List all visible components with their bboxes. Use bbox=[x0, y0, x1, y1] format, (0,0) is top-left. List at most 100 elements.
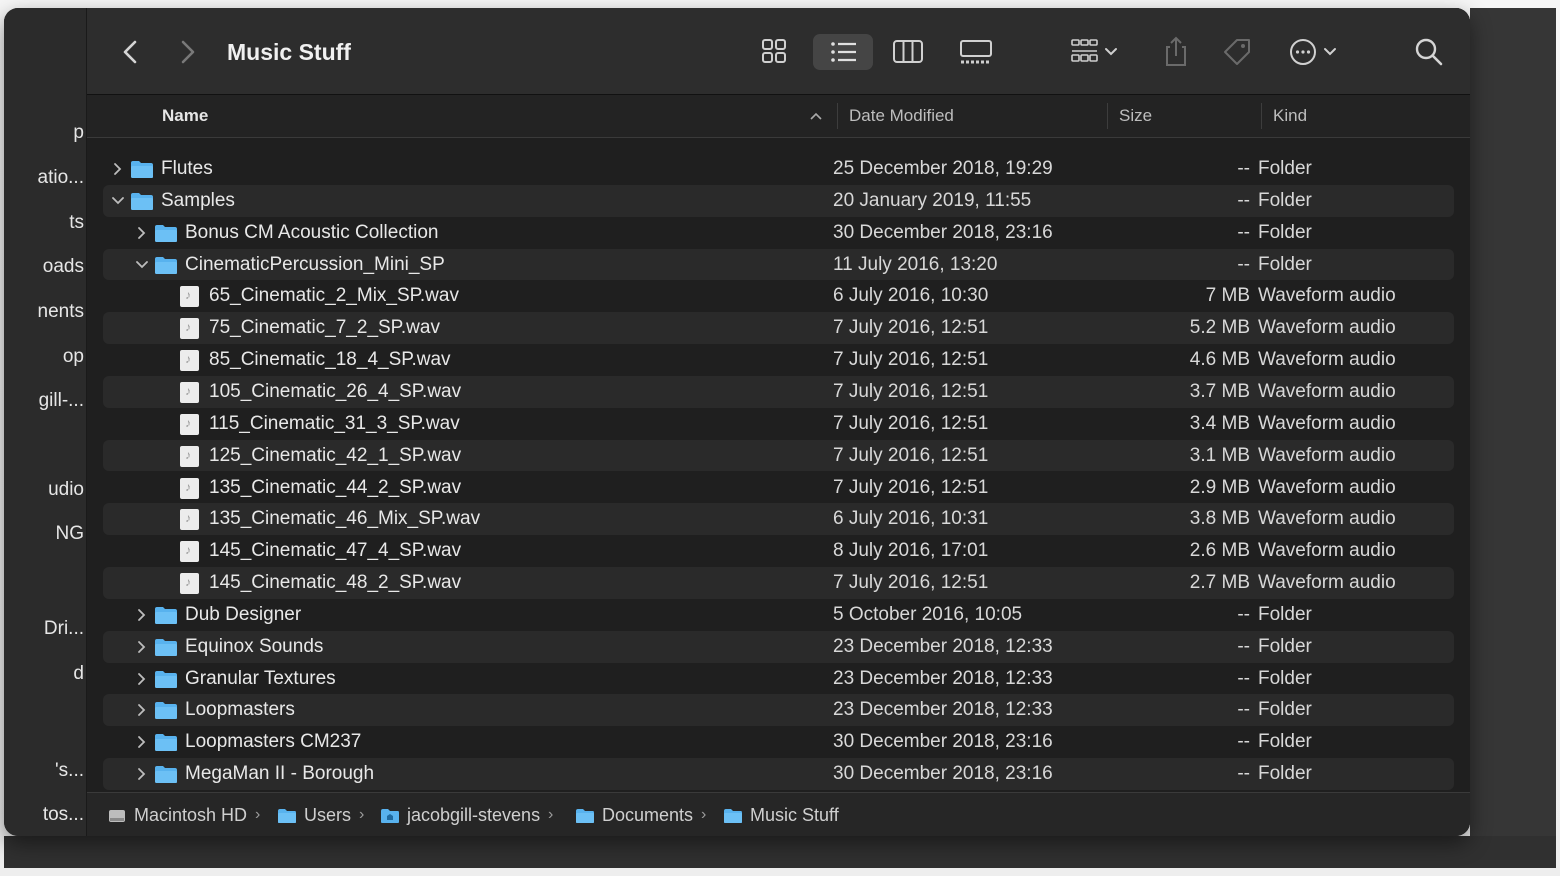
breadcrumb-item[interactable]: Music Stuff bbox=[723, 793, 839, 836]
sidebar-item[interactable]: 's... bbox=[4, 756, 84, 786]
date-modified: 6 July 2016, 10:30 bbox=[833, 285, 989, 307]
file-size: 2.7 MB bbox=[1189, 572, 1250, 594]
search-icon[interactable] bbox=[1411, 34, 1447, 70]
disclosure-collapsed-icon[interactable] bbox=[136, 767, 148, 781]
sidebar-item[interactable]: Dri... bbox=[4, 614, 84, 644]
file-row[interactable]: 145_Cinematic_47_4_SP.wav 8 July 2016, 17… bbox=[103, 535, 1454, 567]
background-window-bottom bbox=[4, 836, 1556, 868]
column-divider[interactable] bbox=[1107, 103, 1108, 129]
icon-view-button[interactable] bbox=[751, 34, 797, 70]
file-row[interactable]: 145_Cinematic_48_2_SP.wav 7 July 2016, 12… bbox=[103, 567, 1454, 599]
file-row[interactable]: 135_Cinematic_44_2_SP.wav 7 July 2016, 12… bbox=[103, 472, 1454, 504]
file-size: -- bbox=[1237, 253, 1250, 275]
file-size: -- bbox=[1237, 221, 1250, 243]
disclosure-collapsed-icon[interactable] bbox=[136, 226, 148, 240]
sidebar-item[interactable]: NG bbox=[4, 519, 85, 549]
file-name: MegaMan II - Borough bbox=[185, 763, 375, 785]
breadcrumb-item[interactable]: Macintosh HD bbox=[107, 793, 247, 836]
folder-icon bbox=[576, 809, 594, 824]
file-row[interactable]: Flutes 25 December 2018, 19:29 -- Folder bbox=[103, 153, 1454, 185]
sidebar-item[interactable]: p bbox=[4, 118, 84, 148]
file-name: Loopmasters CM237 bbox=[185, 731, 362, 753]
sidebar-item[interactable]: tos... bbox=[4, 800, 84, 830]
list-view-button[interactable] bbox=[813, 34, 873, 70]
disclosure-collapsed-icon[interactable] bbox=[136, 672, 148, 686]
file-row[interactable]: Bonus CM Acoustic Collection 30 December … bbox=[103, 217, 1454, 249]
file-kind: Folder bbox=[1258, 699, 1312, 721]
gallery-view-button[interactable] bbox=[951, 34, 1001, 70]
file-size: 7 MB bbox=[1205, 285, 1250, 307]
folder-icon bbox=[155, 606, 177, 624]
file-row[interactable]: 135_Cinematic_46_Mix_SP.wav 6 July 2016, … bbox=[103, 503, 1454, 536]
group-by-button[interactable] bbox=[1065, 34, 1129, 70]
path-bar: Macintosh HD › Users › jacobgill-stevens › Doc… bbox=[87, 792, 1470, 836]
file-row[interactable]: 65_Cinematic_2_Mix_SP.wav 6 July 2016, 10… bbox=[103, 280, 1454, 312]
file-row[interactable]: 115_Cinematic_31_3_SP.wav 7 July 2016, 12… bbox=[103, 408, 1454, 440]
sidebar-item[interactable]: gill-... bbox=[4, 386, 84, 416]
file-row[interactable]: Equinox Sounds 23 December 2018, 12:33 -- F… bbox=[103, 630, 1454, 663]
date-modified: 30 December 2018, 23:16 bbox=[833, 731, 1053, 753]
file-name: 85_Cinematic_18_4_SP.wav bbox=[209, 349, 451, 371]
disclosure-collapsed-icon[interactable] bbox=[136, 608, 148, 622]
file-row[interactable]: 85_Cinematic_18_4_SP.wav 7 July 2016, 12:… bbox=[103, 344, 1454, 376]
date-modified: 30 December 2018, 23:16 bbox=[833, 221, 1053, 243]
breadcrumb-label: Documents bbox=[602, 805, 694, 825]
column-view-button[interactable] bbox=[885, 34, 931, 70]
disclosure-collapsed-icon[interactable] bbox=[136, 703, 148, 717]
file-kind: Folder bbox=[1258, 189, 1312, 211]
file-row[interactable]: MegaMan II - Borough 30 December 2018, 23… bbox=[103, 758, 1454, 790]
breadcrumb-item[interactable]: jacobgill-stevens bbox=[380, 793, 540, 836]
share-icon[interactable] bbox=[1159, 34, 1193, 70]
file-row[interactable]: Granular Textures 23 December 2018, 12:33… bbox=[103, 663, 1454, 695]
disclosure-expanded-icon[interactable] bbox=[112, 194, 124, 208]
sidebar-item[interactable]: atio... bbox=[4, 163, 84, 193]
file-size: -- bbox=[1237, 699, 1250, 721]
file-kind: Folder bbox=[1258, 603, 1312, 625]
date-modified: 23 December 2018, 12:33 bbox=[833, 699, 1053, 721]
file-row[interactable]: Dub Designer 5 October 2016, 10:05 -- Folde… bbox=[103, 599, 1454, 631]
file-row[interactable]: 125_Cinematic_42_1_SP.wav 7 July 2016, 12… bbox=[103, 439, 1454, 472]
file-row[interactable]: Samples 20 January 2019, 11:55 -- Folder bbox=[103, 184, 1454, 217]
background-window-edge bbox=[1470, 8, 1556, 836]
column-divider[interactable] bbox=[1261, 103, 1262, 129]
sidebar-item[interactable]: oads bbox=[4, 252, 84, 282]
disclosure-expanded-icon[interactable] bbox=[136, 258, 148, 272]
sidebar-item[interactable]: op bbox=[4, 342, 84, 372]
file-kind: Folder bbox=[1258, 158, 1312, 179]
sidebar-item[interactable]: d bbox=[4, 659, 84, 689]
forward-chevron-icon[interactable] bbox=[173, 36, 201, 68]
sidebar-item[interactable]: udio bbox=[4, 475, 84, 505]
file-row[interactable]: 105_Cinematic_26_4_SP.wav 7 July 2016, 12… bbox=[103, 375, 1454, 408]
back-chevron-icon[interactable] bbox=[117, 36, 145, 68]
sidebar-item-label: oads bbox=[42, 256, 84, 277]
file-kind: Waveform audio bbox=[1258, 380, 1396, 402]
sidebar-item[interactable]: ts bbox=[4, 208, 84, 238]
breadcrumb-item[interactable]: Users bbox=[277, 793, 351, 836]
file-row[interactable]: Loopmasters 23 December 2018, 12:33 -- Fold… bbox=[103, 694, 1454, 727]
folder-icon bbox=[131, 161, 153, 178]
date-column-header[interactable]: Date Modified bbox=[849, 95, 954, 137]
column-divider[interactable] bbox=[837, 103, 838, 129]
file-size: 4.6 MB bbox=[1189, 349, 1250, 371]
sidebar-item[interactable]: nents bbox=[4, 297, 84, 327]
folder-icon bbox=[278, 809, 296, 824]
sidebar-item-label: NG bbox=[55, 523, 85, 544]
file-row[interactable]: 75_Cinematic_7_2_SP.wav 7 July 2016, 12:5… bbox=[103, 312, 1454, 345]
file-kind: Waveform audio bbox=[1258, 572, 1396, 594]
disclosure-collapsed-icon[interactable] bbox=[112, 162, 124, 176]
breadcrumb-item[interactable]: Documents bbox=[575, 793, 693, 836]
kind-column-header[interactable]: Kind bbox=[1273, 95, 1307, 137]
tag-icon[interactable] bbox=[1219, 34, 1255, 70]
disclosure-collapsed-icon[interactable] bbox=[136, 735, 148, 749]
file-row[interactable]: Loopmasters CM237 30 December 2018, 23:16… bbox=[103, 726, 1454, 758]
more-actions-button[interactable] bbox=[1285, 34, 1345, 70]
size-column-header[interactable]: Size bbox=[1119, 95, 1152, 137]
sort-ascending-icon bbox=[810, 112, 822, 120]
name-column-header[interactable]: Name bbox=[162, 95, 208, 137]
disclosure-collapsed-icon[interactable] bbox=[136, 640, 148, 654]
folder-icon bbox=[155, 670, 177, 688]
file-name: 65_Cinematic_2_Mix_SP.wav bbox=[209, 285, 459, 307]
file-row[interactable]: CinematicPercussion_Mini_SP 11 July 2016,… bbox=[103, 248, 1454, 281]
audio-file-icon bbox=[180, 381, 199, 403]
column-view-icon bbox=[893, 40, 923, 63]
